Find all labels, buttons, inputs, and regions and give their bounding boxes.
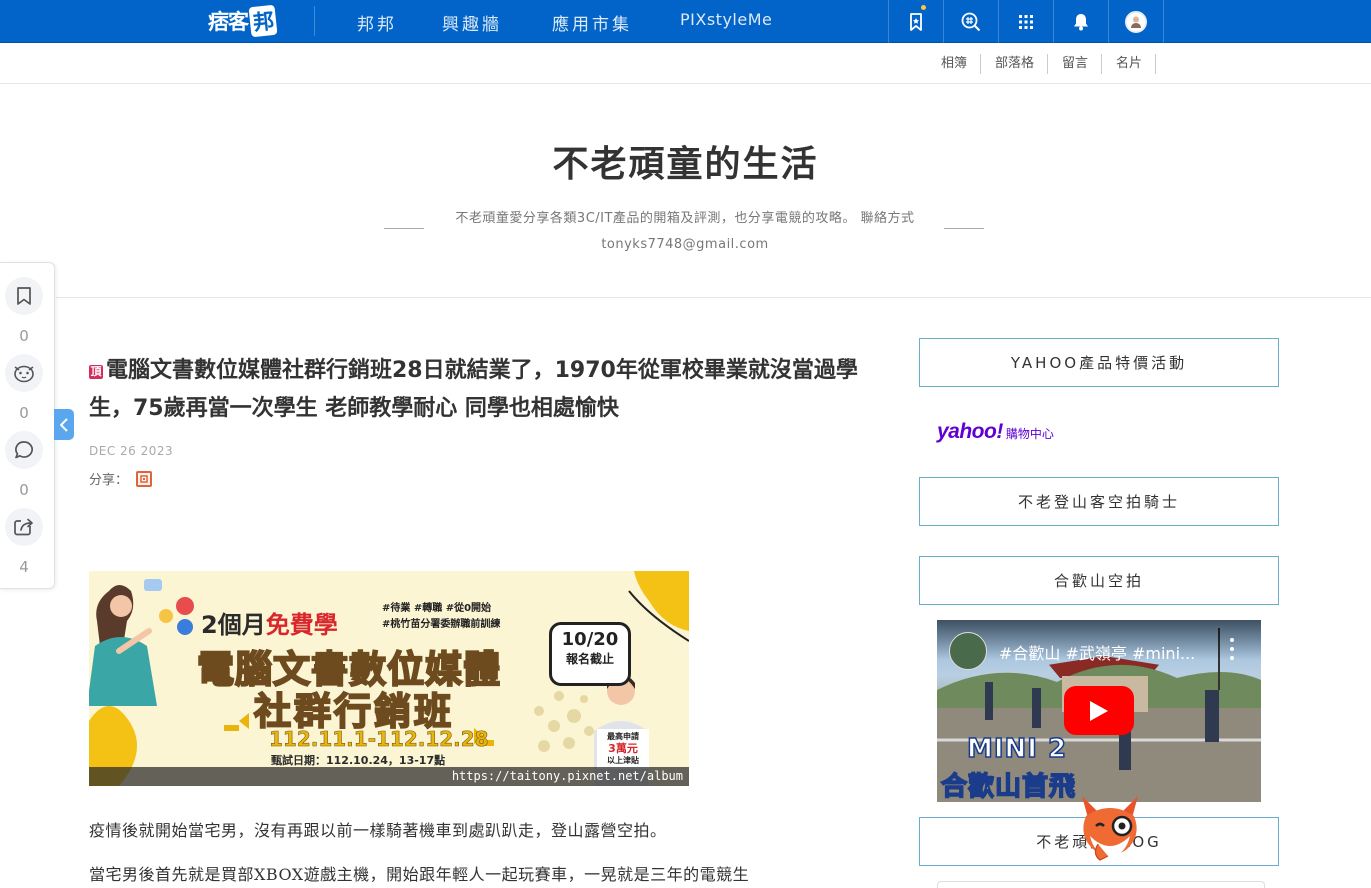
banner-free-headline: 2個月免費學: [201, 605, 338, 640]
dot: [1230, 638, 1234, 642]
article-title-text[interactable]: 電腦文書數位媒體社群行銷班28日就結業了，1970年從軍校畢業就沒當過學生，75…: [89, 358, 858, 421]
dot: [1230, 647, 1234, 651]
blog-description: 不老頑童愛分享各類3C/IT產品的開箱及評測，也分享電競的攻略。 聯絡方式 to…: [455, 211, 915, 252]
nav-link-interest-wall[interactable]: 興趣牆: [442, 10, 502, 35]
blog-title[interactable]: 不老頑童的生活: [0, 135, 1371, 187]
share-action[interactable]: 4: [4, 508, 44, 576]
nav-divider: [314, 6, 315, 36]
share-row: 分享：: [89, 469, 153, 488]
post-date: DEC 26 2023: [89, 444, 174, 458]
description-divider-right: [944, 228, 984, 229]
blog-subnav: 相簿 部落格 留言 名片: [0, 44, 1371, 84]
plurk-icon: [140, 474, 148, 483]
description-divider-left: [384, 228, 424, 229]
reaction-action[interactable]: 0: [4, 354, 44, 422]
bookmark-star-icon: [910, 12, 922, 31]
notifications-button[interactable]: [1053, 0, 1108, 43]
share-arrow-icon: [14, 518, 33, 536]
apps-button[interactable]: [998, 0, 1053, 43]
subnav-blog-link[interactable]: 部落格: [981, 54, 1049, 74]
banner-subsidy-sign: 最高申請 3萬元 以上津貼: [597, 729, 649, 769]
banner-exam-date: 甄試日期：112.10.24，13-17點: [271, 754, 446, 767]
subnav-links: 相簿 部落格 留言 名片: [927, 54, 1157, 74]
banner-course-dates: 112.11.1-112.12.28: [269, 727, 489, 752]
comment-button[interactable]: [5, 431, 43, 469]
comment-count: 0: [19, 481, 29, 499]
play-icon: [1090, 700, 1108, 721]
banner-sign-amount: 3萬元: [608, 742, 638, 755]
youtube-video-embed[interactable]: #合歡山 #武嶺亭 #mini... MINI 2 合歡山首飛: [937, 620, 1261, 802]
video-play-button[interactable]: [1064, 686, 1134, 735]
article-paragraph: 當宅男後首先就是買部XBOX遊戲主機，開始跟年輕人一起玩賽車，一晃就是三年的電競…: [89, 865, 750, 884]
banner-tag-line: #桃竹苗分署委辦職前訓練: [382, 619, 501, 630]
article-action-panel: 0 0 0 4: [0, 262, 55, 589]
top-navigation-bar: 痞客邦 邦邦 興趣牆 應用市集 PIXstyleMe: [0, 0, 1371, 43]
reaction-count: 0: [19, 404, 29, 422]
article-paragraph: 疫情後就開始當宅男，沒有再跟以前一樣騎著機車到處趴趴走，登山露營空拍。: [89, 821, 667, 840]
bell-icon: [1074, 13, 1088, 30]
collapse-panel-button[interactable]: [54, 409, 74, 440]
user-avatar-icon: [1131, 16, 1141, 28]
user-menu-button[interactable]: [1108, 0, 1164, 43]
fox-mascot-icon[interactable]: [1076, 792, 1144, 862]
reaction-button[interactable]: [5, 354, 43, 392]
share-label: 分享：: [89, 473, 129, 488]
nav-link-app-market[interactable]: 應用市集: [552, 10, 632, 35]
video-title[interactable]: #合歡山 #武嶺亭 #mini...: [999, 640, 1195, 664]
yahoo-logo-subtitle: 購物中心: [1005, 427, 1054, 441]
hashtag-search-icon: [961, 12, 981, 31]
banner-free-highlight: 免費學: [265, 611, 338, 639]
banner-tag-line: #待業 #轉職 #從0開始: [382, 603, 492, 614]
sidebar-next-widget: [937, 881, 1265, 888]
subnav-profile-link[interactable]: 名片: [1102, 54, 1157, 74]
bookmark-count: 0: [19, 327, 29, 345]
image-watermark-caption: https://taitony.pixnet.net/album: [89, 767, 689, 786]
logo-text: 痞客: [208, 10, 249, 34]
share-count: 4: [19, 558, 29, 576]
sidebar-widget-hiking-drone[interactable]: 不老登山客空拍騎士: [919, 477, 1279, 526]
hashtag-search-button[interactable]: [943, 0, 998, 43]
user-avatar: [1125, 10, 1147, 33]
chevron-left-icon: [60, 417, 68, 432]
banner-tags: #待業 #轉職 #從0開始 #桃竹苗分署委辦職前訓練: [382, 601, 500, 633]
bookmark-action[interactable]: 0: [4, 277, 44, 345]
pixnet-logo[interactable]: 痞客邦: [208, 4, 278, 38]
banner-sign-top: 最高申請: [607, 732, 639, 741]
header-divider: [56, 297, 1371, 298]
nav-link-pixstyleme[interactable]: PIXstyleMe: [680, 10, 772, 29]
banner-deadline-bubble: 10/20 報名截止: [549, 622, 631, 686]
sidebar-widget-yahoo-deals[interactable]: YAHOO產品特價活動: [919, 338, 1279, 387]
mascot-face-icon: [14, 365, 34, 383]
bookmark-button[interactable]: [5, 277, 43, 315]
subnav-guestbook-link[interactable]: 留言: [1048, 54, 1103, 74]
share-button[interactable]: [5, 508, 43, 546]
video-thumbnail-text-line1: MINI 2: [966, 733, 1068, 765]
logo-badge: 邦: [248, 4, 278, 38]
comment-action[interactable]: 0: [4, 431, 44, 499]
yahoo-shopping-logo[interactable]: yahoo! 購物中心: [937, 420, 1054, 444]
nav-icon-group: [888, 0, 1164, 43]
banner-free-prefix: 2個月: [201, 611, 266, 639]
article-title[interactable]: 頂電腦文書數位媒體社群行銷班28日就結業了，1970年從軍校畢業就沒當過學生，7…: [89, 352, 879, 428]
banner-sign-bottom: 以上津貼: [607, 756, 639, 765]
course-banner-image[interactable]: 2個月免費學 #待業 #轉職 #從0開始 #桃竹苗分署委辦職前訓練 電腦文書數位…: [89, 571, 689, 786]
banner-deadline-label: 報名截止: [565, 652, 614, 666]
video-more-button[interactable]: [1229, 638, 1235, 660]
notification-dot: [921, 5, 926, 10]
sidebar-widget-hehuan-drone[interactable]: 合歡山空拍: [919, 556, 1279, 605]
plurk-share-button[interactable]: [136, 470, 153, 487]
dot: [1230, 656, 1234, 660]
channel-avatar[interactable]: [949, 632, 987, 670]
grid-icon: [1019, 14, 1033, 29]
yahoo-logo-text: yahoo!: [937, 420, 1003, 443]
comment-bubble-icon: [15, 441, 33, 459]
saved-posts-button[interactable]: [888, 0, 943, 43]
banner-deadline-date: 10/20: [561, 629, 619, 650]
nav-link-bangbang[interactable]: 邦邦: [357, 10, 397, 35]
subnav-album-link[interactable]: 相簿: [927, 54, 982, 74]
bookmark-icon: [17, 287, 31, 305]
video-thumbnail-text-line2: 合歡山首飛: [940, 771, 1077, 802]
pinned-post-icon: 頂: [89, 365, 103, 379]
